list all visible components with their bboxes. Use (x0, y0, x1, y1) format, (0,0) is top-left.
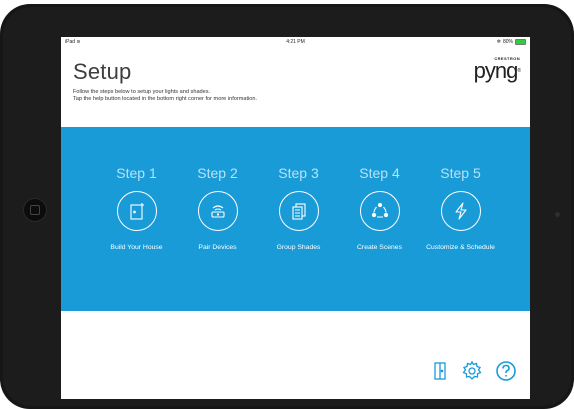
logo-wordmark: pyng® (473, 58, 521, 83)
home-button[interactable] (23, 198, 47, 222)
ipad-frame: iPad ≋ 4:21 PM ✲ 80% Setup Follow the st… (0, 4, 574, 409)
step-4[interactable]: Step 4 Create Scenes (339, 165, 420, 251)
app-screen: iPad ≋ 4:21 PM ✲ 80% Setup Follow the st… (61, 37, 530, 399)
step-label: Build Your House (110, 244, 163, 251)
logo-registered-mark: ® (517, 68, 521, 74)
battery-percent: 80% (502, 39, 513, 45)
bottom-toolbar (431, 360, 517, 387)
shades-icon (291, 203, 306, 220)
house-icon[interactable] (431, 361, 449, 386)
camera-dot (555, 212, 560, 217)
steps-panel: Step 1 Build Your House Step 2 Pair Devi… (61, 127, 530, 311)
step-title: Step 1 (116, 165, 157, 181)
step-2[interactable]: Step 2 Pair Devices (177, 165, 258, 251)
create-scenes-button[interactable] (359, 191, 400, 231)
status-right: ✲ 80% (497, 39, 526, 45)
step-title: Step 5 (440, 165, 481, 181)
settings-gear-icon[interactable] (461, 360, 483, 387)
step-1[interactable]: Step 1 Build Your House (96, 165, 177, 251)
battery-icon (515, 39, 526, 45)
step-label: Pair Devices (198, 244, 237, 251)
page-title: Setup (73, 59, 132, 84)
steps-row: Step 1 Build Your House Step 2 Pair Devi… (96, 165, 501, 251)
status-bar: iPad ≋ 4:21 PM ✲ 80% (61, 37, 530, 48)
instructions-line-1: Follow the steps below to setup your lig… (73, 89, 211, 95)
step-title: Step 3 (278, 165, 319, 181)
step-title: Step 4 (359, 165, 400, 181)
router-icon (210, 205, 225, 218)
build-house-button[interactable] (116, 191, 157, 231)
step-3[interactable]: Step 3 Group Shades (258, 165, 339, 251)
step-5[interactable]: Step 5 Customize & Schedule (420, 165, 501, 251)
step-label: Customize & Schedule (426, 244, 495, 251)
lightning-icon (454, 202, 467, 220)
step-title: Step 2 (197, 165, 238, 181)
setup-instructions: Follow the steps below to setup your lig… (73, 89, 257, 103)
crestron-pyng-logo: CRESTRON pyng® (473, 56, 521, 83)
instructions-line-2: Tap the help button located in the botto… (73, 96, 258, 102)
status-time: 4:21 PM (286, 39, 305, 45)
group-shades-button[interactable] (278, 191, 319, 231)
pair-devices-button[interactable] (197, 191, 238, 231)
help-icon[interactable] (495, 360, 517, 387)
bluetooth-icon: ✲ (496, 39, 501, 45)
customize-schedule-button[interactable] (440, 191, 481, 231)
step-label: Create Scenes (357, 244, 402, 251)
door-icon (129, 203, 144, 220)
scenes-icon (371, 202, 388, 218)
logo-pyng: pyng (473, 58, 519, 83)
step-label: Group Shades (276, 244, 321, 251)
